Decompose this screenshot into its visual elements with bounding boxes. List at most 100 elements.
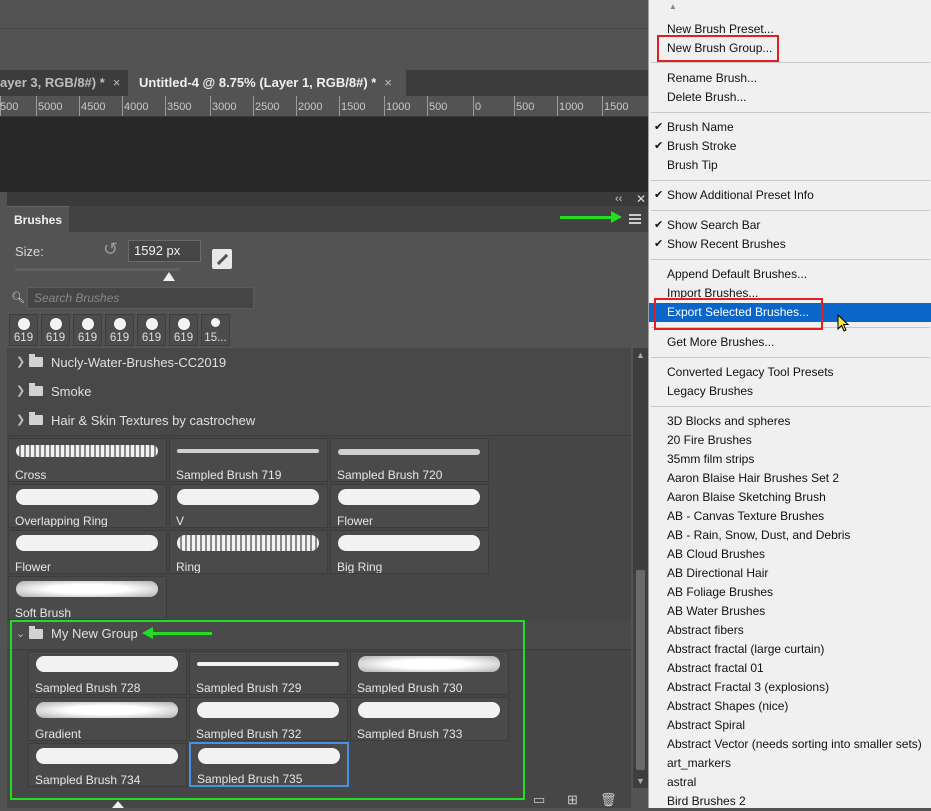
menu-item-brush-tip[interactable]: Brush Tip <box>649 156 931 175</box>
brush-tool-icon[interactable] <box>212 249 232 269</box>
folder-icon <box>29 383 43 396</box>
ruler-label: 3000 <box>212 101 237 113</box>
brush-preset[interactable]: Sampled Brush 720 <box>330 438 489 482</box>
menu-item-brush-set[interactable]: AB - Rain, Snow, Dust, and Debris <box>649 526 931 545</box>
ruler-label: 2500 <box>255 101 280 113</box>
panel-menu-icon[interactable] <box>629 214 641 224</box>
menu-item-brush-set[interactable]: 20 Fire Brushes <box>649 431 931 450</box>
resize-handle[interactable] <box>112 801 124 808</box>
brush-preset[interactable]: Flower <box>330 484 489 528</box>
tab-label: Untitled-4 @ 8.75% (Layer 1, RGB/8#) * <box>139 75 377 90</box>
recent-brush[interactable]: 619 <box>73 314 102 346</box>
menu-item-show-recent-brushes[interactable]: ✔ Show Recent Brushes <box>649 235 931 254</box>
trash-icon[interactable]: 🗑︎ <box>600 792 617 808</box>
annotation-red-box <box>654 298 823 330</box>
recent-brush[interactable]: 619 <box>137 314 166 346</box>
menu-item-brush-set[interactable]: Abstract Fractal 3 (explosions) <box>649 678 931 697</box>
menu-item-brush-set[interactable]: 3D Blocks and spheres <box>649 412 931 431</box>
brush-preset[interactable]: Flower <box>8 530 167 574</box>
canvas-area[interactable] <box>0 117 648 192</box>
recent-brush[interactable]: 619 <box>9 314 38 346</box>
recent-brush[interactable]: 15... <box>201 314 230 346</box>
recent-brush[interactable]: 619 <box>41 314 70 346</box>
tab-label: ayer 3, RGB/8#) * <box>0 75 105 90</box>
chevron-right-icon[interactable]: ❯ <box>16 377 25 406</box>
menu-item-brush-set[interactable]: AB - Canvas Texture Brushes <box>649 507 931 526</box>
ruler-label: 4500 <box>81 101 106 113</box>
panel-header-bar: ‹‹ ✕ <box>7 192 648 206</box>
brush-group-row[interactable]: ❯ Nucly-Water-Brushes-CC2019 <box>7 348 631 378</box>
brush-preset[interactable]: Ring <box>169 530 328 574</box>
annotation-red-box <box>657 35 779 62</box>
collapse-icon[interactable]: ‹‹ <box>615 192 622 206</box>
brush-preset[interactable]: Big Ring <box>330 530 489 574</box>
annotation-arrow <box>560 211 622 223</box>
folder-icon <box>29 354 43 367</box>
brush-group-row[interactable]: ❯ Smoke <box>7 377 631 407</box>
panel-tab-strip <box>69 206 648 232</box>
ruler-label: 5000 <box>38 101 63 113</box>
menu-item-brush-set[interactable]: Aaron Blaise Sketching Brush <box>649 488 931 507</box>
menu-item-brush-set[interactable]: AB Directional Hair <box>649 564 931 583</box>
ruler-label: 1500 <box>341 101 366 113</box>
folder-icon <box>29 412 43 425</box>
search-input[interactable]: Search Brushes <box>27 287 254 309</box>
scroll-up-icon[interactable]: ▲ <box>669 2 677 11</box>
menu-item-brush-set[interactable]: AB Cloud Brushes <box>649 545 931 564</box>
menu-item-brush-set[interactable]: 35mm film strips <box>649 450 931 469</box>
tab-untitled-4[interactable]: Untitled-4 @ 8.75% (Layer 1, RGB/8#) * × <box>128 70 406 96</box>
brush-preset[interactable]: Cross <box>8 438 167 482</box>
chevron-right-icon[interactable]: ❯ <box>16 348 25 377</box>
close-icon[interactable]: × <box>113 70 121 96</box>
menu-item-rename-brush[interactable]: Rename Brush... <box>649 69 931 88</box>
menu-item-show-additional-preset-info[interactable]: ✔ Show Additional Preset Info <box>649 186 931 205</box>
new-brush-icon[interactable]: ⊞ <box>567 792 578 808</box>
size-slider-track[interactable] <box>15 268 180 271</box>
menu-item-legacy-brushes[interactable]: Legacy Brushes <box>649 382 931 401</box>
menu-item-brush-set[interactable]: Aaron Blaise Hair Brushes Set 2 <box>649 469 931 488</box>
brush-preset[interactable]: Overlapping Ring <box>8 484 167 528</box>
brush-preset[interactable]: Soft Brush <box>8 576 167 620</box>
menu-item-brush-set[interactable]: Abstract fractal 01 <box>649 659 931 678</box>
menu-item-brush-set[interactable]: AB Foliage Brushes <box>649 583 931 602</box>
group-label: Smoke <box>51 384 92 399</box>
menu-item-brush-set[interactable]: Bird Brushes 2 <box>649 792 931 811</box>
menu-item-brush-set[interactable]: Abstract Vector (needs sorting into smal… <box>649 735 931 754</box>
document-tabs: ayer 3, RGB/8#) * × Untitled-4 @ 8.75% (L… <box>0 70 648 96</box>
new-group-icon[interactable]: ▭ <box>533 792 545 808</box>
menu-item-brush-name[interactable]: ✔ Brush Name <box>649 118 931 137</box>
menu-item-brush-stroke[interactable]: ✔ Brush Stroke <box>649 137 931 156</box>
size-input[interactable]: 1592 px <box>128 240 201 262</box>
menu-item-brush-set[interactable]: Abstract Spiral <box>649 716 931 735</box>
search-icon: 🔍︎ <box>11 292 25 304</box>
ruler-label: 1500 <box>604 101 629 113</box>
menu-item-append-default-brushes[interactable]: Append Default Brushes... <box>649 265 931 284</box>
recent-brush[interactable]: 619 <box>169 314 198 346</box>
close-icon[interactable]: ✕ <box>636 192 646 206</box>
brush-preset[interactable]: V <box>169 484 328 528</box>
menu-item-show-search-bar[interactable]: ✔ Show Search Bar <box>649 216 931 235</box>
menu-item-get-more-brushes[interactable]: Get More Brushes... <box>649 333 931 352</box>
scrollbar[interactable]: ▲ ▼ <box>633 348 648 788</box>
close-icon[interactable]: × <box>384 70 392 96</box>
menu-item-brush-set[interactable]: Abstract Shapes (nice) <box>649 697 931 716</box>
menu-item-brush-set[interactable]: Abstract fibers <box>649 621 931 640</box>
menu-item-converted-legacy-tool-presets[interactable]: Converted Legacy Tool Presets <box>649 363 931 382</box>
brush-group-row[interactable]: ❯ Hair & Skin Textures by castrochew <box>7 406 631 436</box>
menu-item-delete-brush[interactable]: Delete Brush... <box>649 88 931 107</box>
chevron-right-icon[interactable]: ❯ <box>16 406 25 435</box>
menu-item-brush-set[interactable]: astral <box>649 773 931 792</box>
menu-item-brush-set[interactable]: art_markers <box>649 754 931 773</box>
ruler-label: 500 <box>0 101 19 113</box>
tab-brushes[interactable]: Brushes <box>7 206 69 233</box>
horizontal-ruler: 500 5000 4500 4000 3500 3000 2500 2000 1… <box>0 96 648 117</box>
tab-layer-3[interactable]: ayer 3, RGB/8#) * × <box>0 70 128 96</box>
recent-brush[interactable]: 619 <box>105 314 134 346</box>
size-slider-thumb[interactable] <box>163 272 175 281</box>
ruler-label: 500 <box>429 101 448 113</box>
menu-item-brush-set[interactable]: AB Water Brushes <box>649 602 931 621</box>
menu-item-brush-set[interactable]: Abstract fractal (large curtain) <box>649 640 931 659</box>
reset-size-icon[interactable]: ↺ <box>103 239 118 260</box>
ruler-label: 0 <box>475 101 482 113</box>
brush-preset[interactable]: Sampled Brush 719 <box>169 438 328 482</box>
